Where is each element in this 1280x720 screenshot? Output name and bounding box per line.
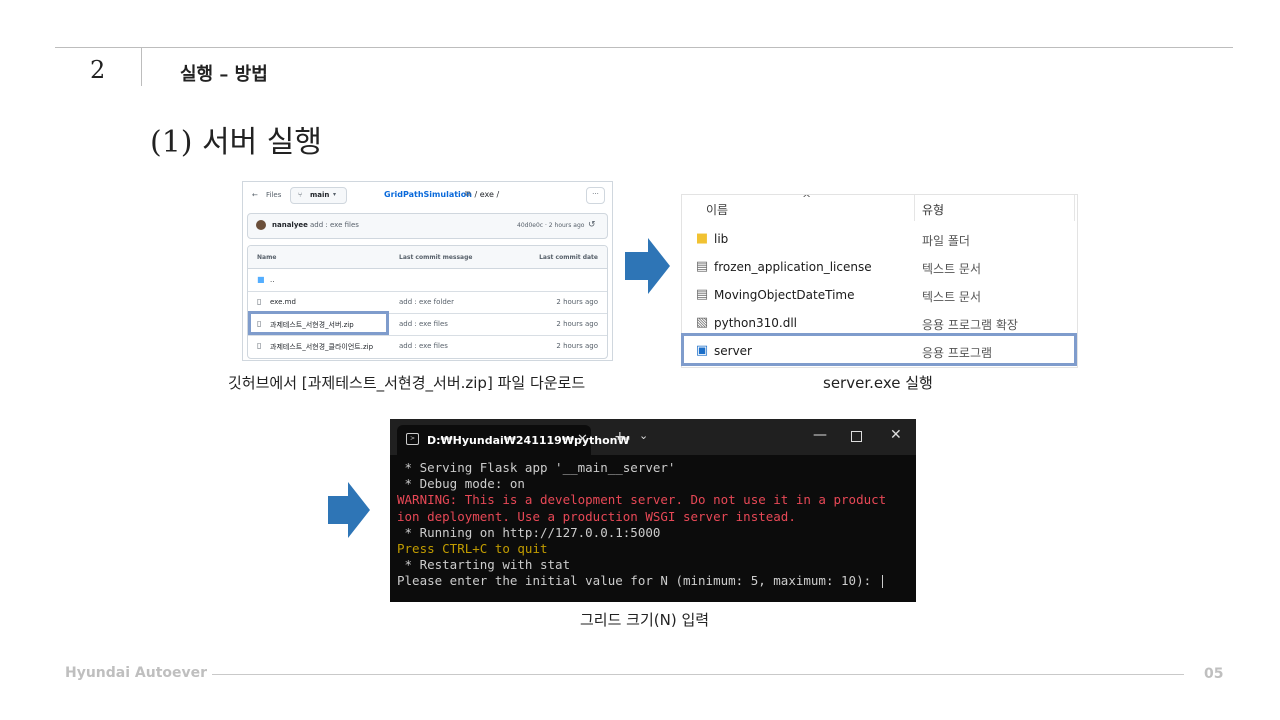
new-tab-icon[interactable]: + bbox=[614, 429, 626, 445]
terminal-line: * Debug mode: on bbox=[397, 476, 525, 492]
column-divider[interactable] bbox=[914, 195, 915, 221]
page-number: 05 bbox=[1204, 666, 1224, 682]
column-header-type[interactable]: 유형 bbox=[922, 201, 944, 218]
folder-icon: ■ bbox=[695, 231, 709, 246]
git-branch-icon: ⑂ bbox=[298, 191, 303, 199]
list-item[interactable]: ▤ MovingObjectDateTime 텍스트 문서 bbox=[682, 281, 1077, 309]
latest-commit-bar: nanalyee add : exe files 40d0e0c · 2 hou… bbox=[247, 213, 608, 239]
terminal-prompt: Please enter the initial value for N (mi… bbox=[397, 573, 879, 589]
commit-message[interactable]: add : exe files bbox=[399, 320, 448, 328]
terminal-line: WARNING: This is a development server. D… bbox=[397, 492, 887, 508]
explorer-caption: server.exe 실행 bbox=[823, 374, 933, 392]
section-number: 2 bbox=[90, 56, 106, 84]
file-name[interactable]: exe.md bbox=[270, 298, 296, 306]
chevron-down-icon[interactable]: ⌄ bbox=[639, 429, 648, 442]
column-divider[interactable] bbox=[1074, 195, 1075, 221]
dll-icon: ▧ bbox=[695, 315, 709, 330]
branch-selector[interactable]: ⑂ main ▾ bbox=[290, 187, 347, 204]
footer-brand: Hyundai Autoever bbox=[65, 665, 208, 681]
explorer-header: 이름 ^ 유형 bbox=[682, 195, 1077, 223]
text-document-icon: ▤ bbox=[695, 287, 709, 302]
list-item[interactable]: ■ lib 파일 폴더 bbox=[682, 225, 1077, 253]
commit-date: 2 hours ago bbox=[556, 298, 598, 306]
chevron-down-icon: ▾ bbox=[333, 191, 337, 198]
text-cursor bbox=[881, 575, 883, 589]
table-row[interactable]: ■ .. bbox=[248, 269, 607, 292]
file-type: 텍스트 문서 bbox=[922, 290, 982, 304]
terminal-line: ion deployment. Use a production WSGI se… bbox=[397, 508, 796, 524]
terminal-output[interactable]: * Serving Flask app '__main__server' * D… bbox=[397, 460, 913, 590]
terminal-line: Press CTRL+C to quit bbox=[397, 540, 548, 556]
file-type: 파일 폴더 bbox=[922, 234, 970, 248]
column-header-date: Last commit date bbox=[539, 254, 598, 261]
highlight-box bbox=[248, 311, 389, 335]
file-type: 텍스트 문서 bbox=[922, 262, 982, 276]
repo-link[interactable]: GridPathSimulation bbox=[384, 190, 472, 199]
column-header-name: Name bbox=[257, 254, 277, 261]
file-name: lib bbox=[714, 232, 729, 246]
file-name[interactable]: .. bbox=[270, 276, 274, 284]
commit-hash-time[interactable]: 40d0e0c · 2 hours ago bbox=[517, 222, 584, 229]
file-name: MovingObjectDateTime bbox=[714, 288, 855, 302]
branch-label: main bbox=[310, 191, 330, 199]
terminal-caption: 그리드 크기(N) 입력 bbox=[580, 611, 710, 629]
terminal-line: * Running on http://127.0.0.1:5000 bbox=[397, 524, 661, 540]
section-title: 실행 – 방법 bbox=[180, 64, 268, 85]
commit-date: 2 hours ago bbox=[556, 342, 598, 350]
text-document-icon: ▤ bbox=[695, 259, 709, 274]
maximize-icon[interactable] bbox=[851, 431, 862, 442]
top-rule bbox=[55, 47, 1233, 48]
folder-icon: ■ bbox=[257, 275, 265, 284]
back-arrow-icon[interactable]: ← bbox=[252, 191, 258, 199]
terminal-icon: > bbox=[406, 433, 419, 445]
terminal-prompt-line[interactable]: Please enter the initial value for N (mi… bbox=[397, 573, 913, 589]
file-name: frozen_application_license bbox=[714, 260, 872, 274]
page-subtitle: (1) 서버 실행 bbox=[150, 125, 322, 160]
column-header-message: Last commit message bbox=[399, 254, 473, 261]
commit-message[interactable]: add : exe files bbox=[310, 221, 359, 229]
more-options-button[interactable]: ··· bbox=[586, 187, 605, 204]
terminal-window: > D:₩Hyundai₩241119₩python₩ ✕ + ⌄ — ✕ * … bbox=[390, 419, 916, 602]
commit-author[interactable]: nanalyee bbox=[272, 221, 308, 229]
history-icon[interactable]: ↺ bbox=[588, 220, 596, 230]
highlight-box bbox=[681, 333, 1077, 366]
column-header-name[interactable]: 이름 bbox=[706, 201, 728, 218]
copy-path-icon[interactable]: ⧉ bbox=[465, 189, 471, 199]
file-name: python310.dll bbox=[714, 316, 797, 330]
commit-message[interactable]: add : exe files bbox=[399, 342, 448, 350]
tab-title: D:₩Hyundai₩241119₩python₩ bbox=[427, 434, 630, 447]
sort-ascending-icon: ^ bbox=[802, 194, 812, 205]
breadcrumb-path: / exe / bbox=[471, 190, 500, 199]
terminal-line: * Restarting with stat bbox=[397, 557, 571, 573]
avatar[interactable] bbox=[256, 220, 266, 230]
file-icon: ▯ bbox=[257, 341, 262, 350]
file-table: Name Last commit message Last commit dat… bbox=[247, 245, 608, 359]
minimize-icon[interactable]: — bbox=[813, 427, 827, 443]
table-row[interactable]: ▯ 과제테스트_서현경_클라이언트.zip add : exe files 2 … bbox=[248, 335, 607, 357]
commit-date: 2 hours ago bbox=[556, 320, 598, 328]
terminal-line: * Serving Flask app '__main__server' bbox=[397, 460, 676, 475]
section-divider bbox=[141, 48, 142, 86]
files-link[interactable]: Files bbox=[266, 191, 281, 199]
file-type: 응용 프로그램 확장 bbox=[922, 318, 1018, 332]
terminal-titlebar: > D:₩Hyundai₩241119₩python₩ ✕ + ⌄ — ✕ bbox=[390, 419, 916, 455]
terminal-tab[interactable]: > D:₩Hyundai₩241119₩python₩ ✕ bbox=[397, 425, 630, 455]
file-icon: ▯ bbox=[257, 297, 262, 306]
close-icon[interactable]: ✕ bbox=[890, 427, 902, 443]
breadcrumb: GridPathSimulation / exe / bbox=[384, 190, 499, 199]
file-name[interactable]: 과제테스트_서현경_클라이언트.zip bbox=[270, 342, 373, 352]
github-caption: 깃허브에서 [과제테스트_서현경_서버.zip] 파일 다운로드 bbox=[228, 374, 586, 392]
list-item[interactable]: ▤ frozen_application_license 텍스트 문서 bbox=[682, 253, 1077, 281]
close-tab-icon[interactable]: ✕ bbox=[577, 432, 588, 447]
commit-message[interactable]: add : exe folder bbox=[399, 298, 454, 306]
table-header: Name Last commit message Last commit dat… bbox=[248, 246, 607, 269]
github-toolbar: ← Files ⑂ main ▾ GridPathSimulation / ex… bbox=[243, 182, 612, 208]
footer-rule bbox=[212, 674, 1184, 675]
